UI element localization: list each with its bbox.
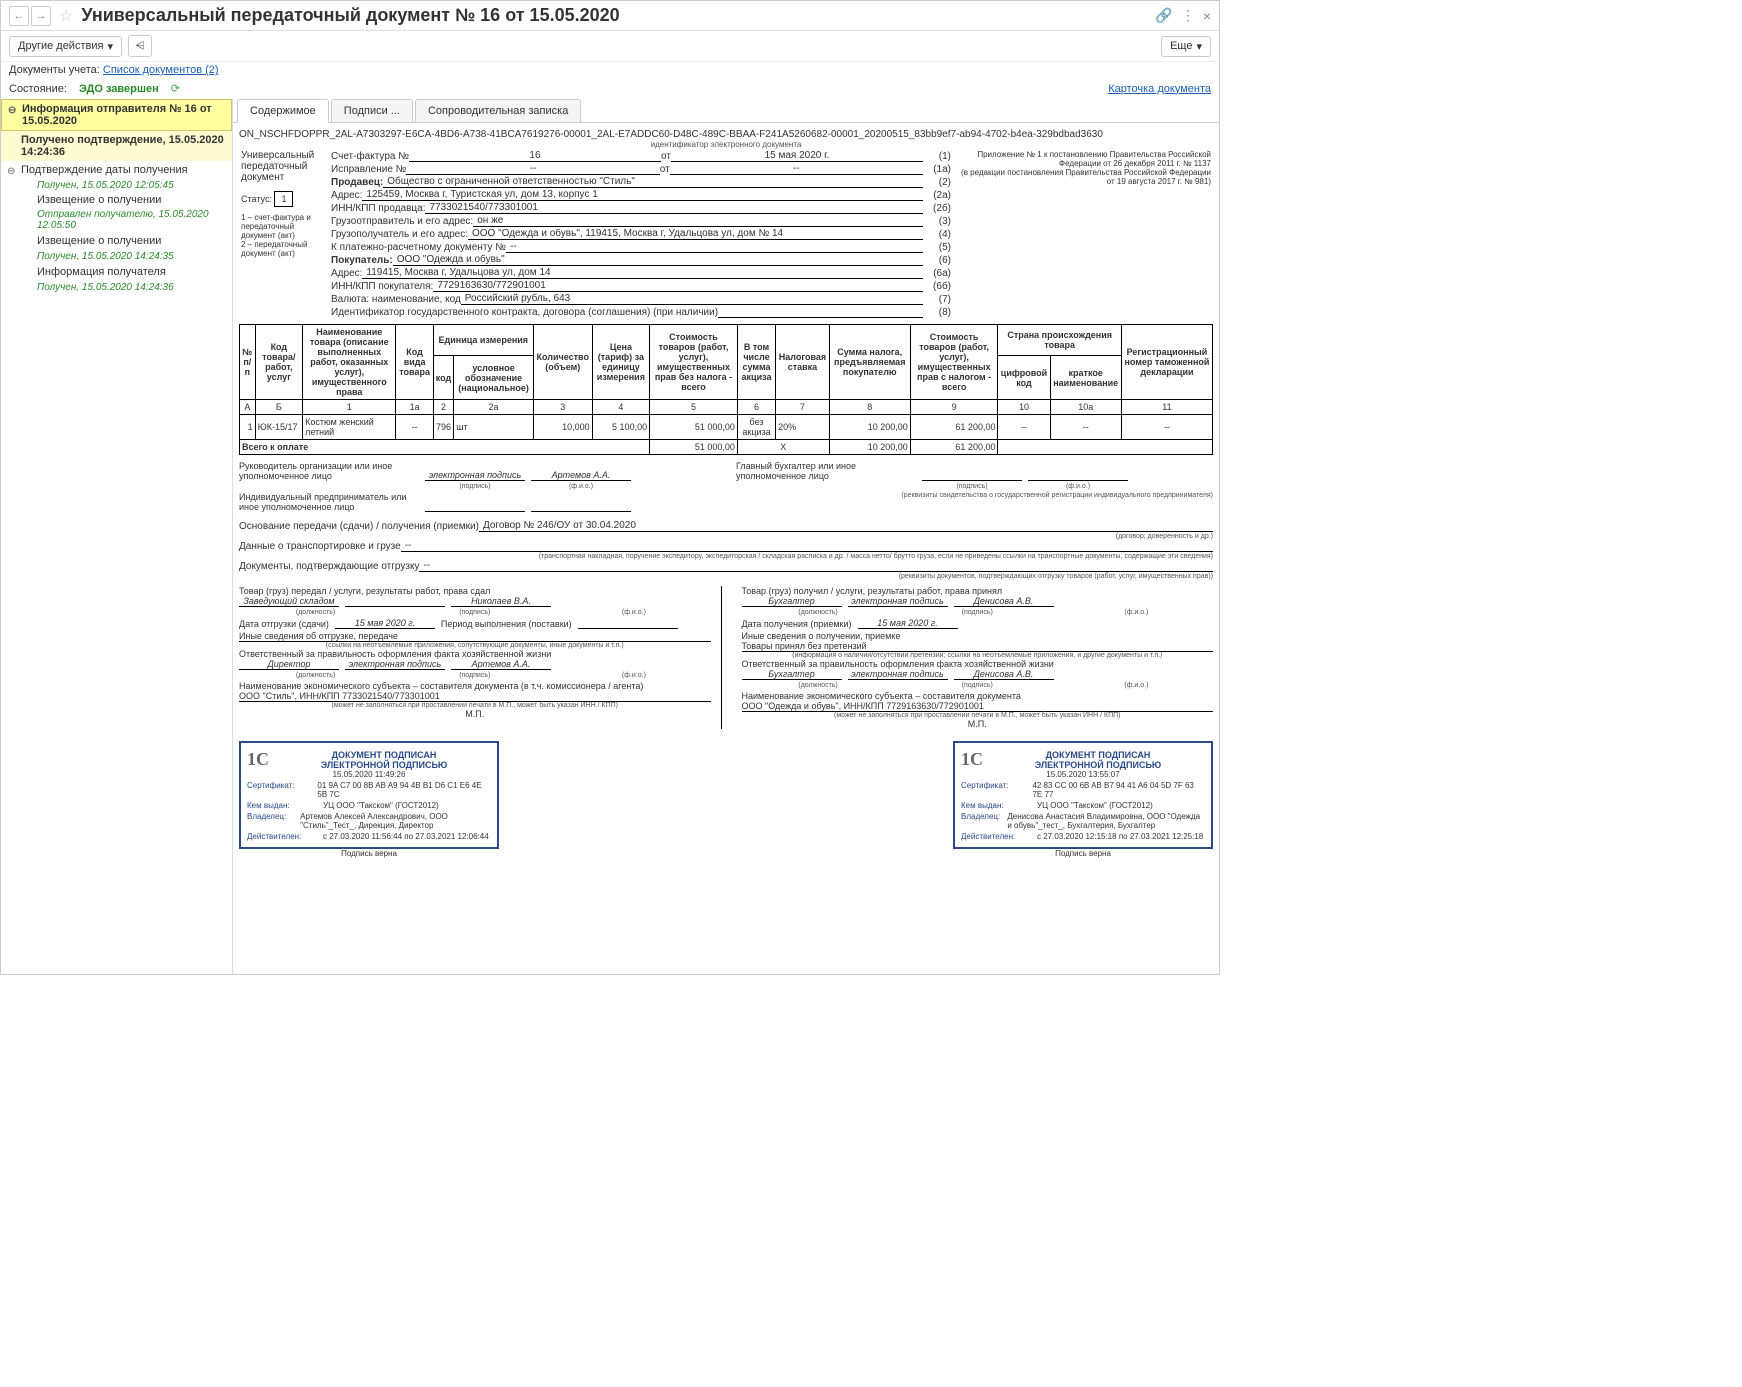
menu-icon[interactable]: ⋮ [1181,7,1195,24]
1c-logo-icon: 1C [961,749,983,770]
sidebar-item-notice-2[interactable]: Извещение о получении [1,232,232,250]
refresh-icon[interactable]: ⟳ [171,82,180,95]
hierarchy-icon[interactable]: ⩤ [128,35,152,57]
sidebar-date-4: Получен, 15.05.2020 14:24:36 [1,281,232,294]
more-button[interactable]: Еще▾ [1161,36,1211,57]
table-row: 1ЮК-15/17Костюм женский летний--796шт10,… [240,415,1213,440]
sidebar-item-notice-1[interactable]: Извещение о получении [1,192,232,208]
sidebar: ⊖Информация отправителя № 16 от 15.05.20… [1,99,233,974]
1c-logo-icon: 1C [247,749,269,770]
titlebar: ← → ☆ Универсальный передаточный докумен… [1,1,1219,31]
docs-link[interactable]: Список документов (2) [103,64,219,76]
document-content: ON_NSCHFDOPPR_2AL-A7303297-E6CA-4BD6-A73… [233,123,1219,974]
close-icon[interactable]: × [1203,8,1211,24]
star-icon[interactable]: ☆ [59,6,73,26]
sidebar-sender-info[interactable]: ⊖Информация отправителя № 16 от 15.05.20… [1,99,232,131]
back-button[interactable]: ← [9,6,29,26]
document-card-link[interactable]: Карточка документа [1108,83,1211,95]
chevron-down-icon: ▾ [107,40,113,53]
signature-stamp-2: 1C ДОКУМЕНТ ПОДПИСАНЭЛЕКТРОННОЙ ПОДПИСЬЮ… [953,741,1213,849]
tab-cover-note[interactable]: Сопроводительная записка [415,99,581,122]
sidebar-date-3: Получен, 15.05.2020 14:24:35 [1,250,232,263]
upd-title: Универсальный передаточный документ [241,150,327,183]
chevron-down-icon: ▾ [1196,40,1202,53]
tabs: Содержимое Подписи ... Сопроводительная … [233,99,1219,123]
signature-stamp-1: 1C ДОКУМЕНТ ПОДПИСАНЭЛЕКТРОННОЙ ПОДПИСЬЮ… [239,741,499,849]
state-value: ЭДО завершен [79,83,159,95]
forward-button[interactable]: → [31,6,51,26]
docs-meta: Документы учета: Список документов (2) [1,62,1219,78]
doc-id: ON_NSCHFDOPPR_2AL-A7303297-E6CA-4BD6-A73… [239,129,1213,140]
sidebar-date-1: Получен, 15.05.2020 12:05:45 [1,179,232,192]
items-grid: № п/пКод товара/ работ, услугНаименовани… [239,324,1213,455]
link-icon[interactable]: 🔗 [1155,7,1172,24]
sidebar-item-recipient-info[interactable]: Информация получателя [1,263,232,281]
sidebar-date-2: Отправлен получателю, 15.05.2020 12:05:5… [1,208,232,232]
tab-signatures[interactable]: Подписи ... [331,99,413,122]
doc-id-caption: идентификатор электронного документа [239,140,1213,149]
tab-content[interactable]: Содержимое [237,99,329,123]
toolbar: Другие действия▾ ⩤ Еще▾ [1,31,1219,62]
status-box: 1 [274,191,293,207]
sidebar-item-confirm-date[interactable]: ⊖Подтверждение даты получения [1,161,232,179]
sidebar-confirm: Получено подтверждение, 15.05.2020 14:24… [1,131,232,161]
other-actions-button[interactable]: Другие действия▾ [9,36,122,57]
state-row: Состояние: ЭДО завершен ⟳ Карточка докум… [1,78,1219,99]
page-title: Универсальный передаточный документ № 16… [81,5,619,26]
